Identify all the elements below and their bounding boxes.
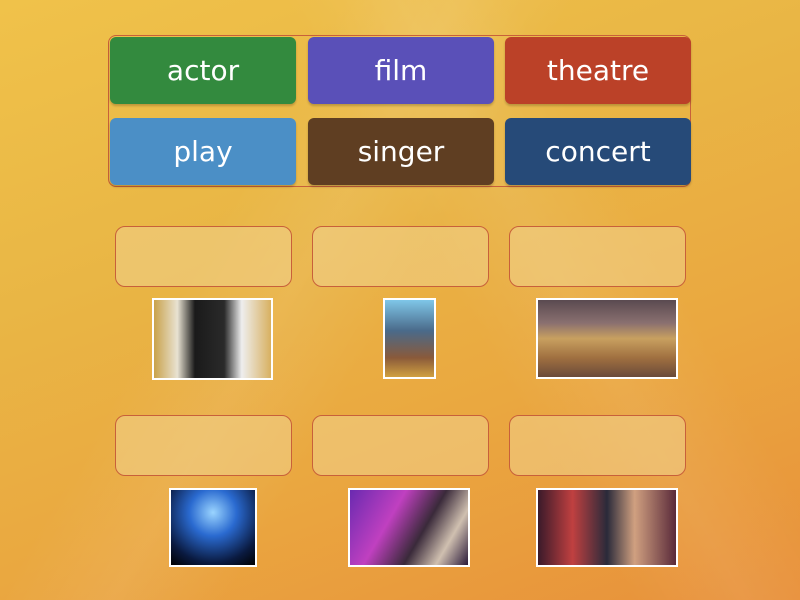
singer-performing-image [348, 488, 470, 567]
word-tile-theatre[interactable]: theatre [505, 37, 691, 104]
word-tile-concert[interactable]: concert [505, 118, 691, 185]
theatre-hall-image [536, 298, 678, 379]
drop-zone-6[interactable] [509, 415, 686, 476]
word-tile-play[interactable]: play [110, 118, 296, 185]
word-tile-singer[interactable]: singer [308, 118, 494, 185]
actor-at-oscars-image [152, 298, 273, 380]
word-tile-film[interactable]: film [308, 37, 494, 104]
concert-crowd-image [169, 488, 257, 567]
drop-zone-3[interactable] [509, 226, 686, 287]
word-tile-actor[interactable]: actor [110, 37, 296, 104]
film-poster-image [383, 298, 436, 379]
drop-zone-5[interactable] [312, 415, 489, 476]
play-stage-image [536, 488, 678, 567]
drop-zone-1[interactable] [115, 226, 292, 287]
drop-zone-4[interactable] [115, 415, 292, 476]
drop-zone-2[interactable] [312, 226, 489, 287]
